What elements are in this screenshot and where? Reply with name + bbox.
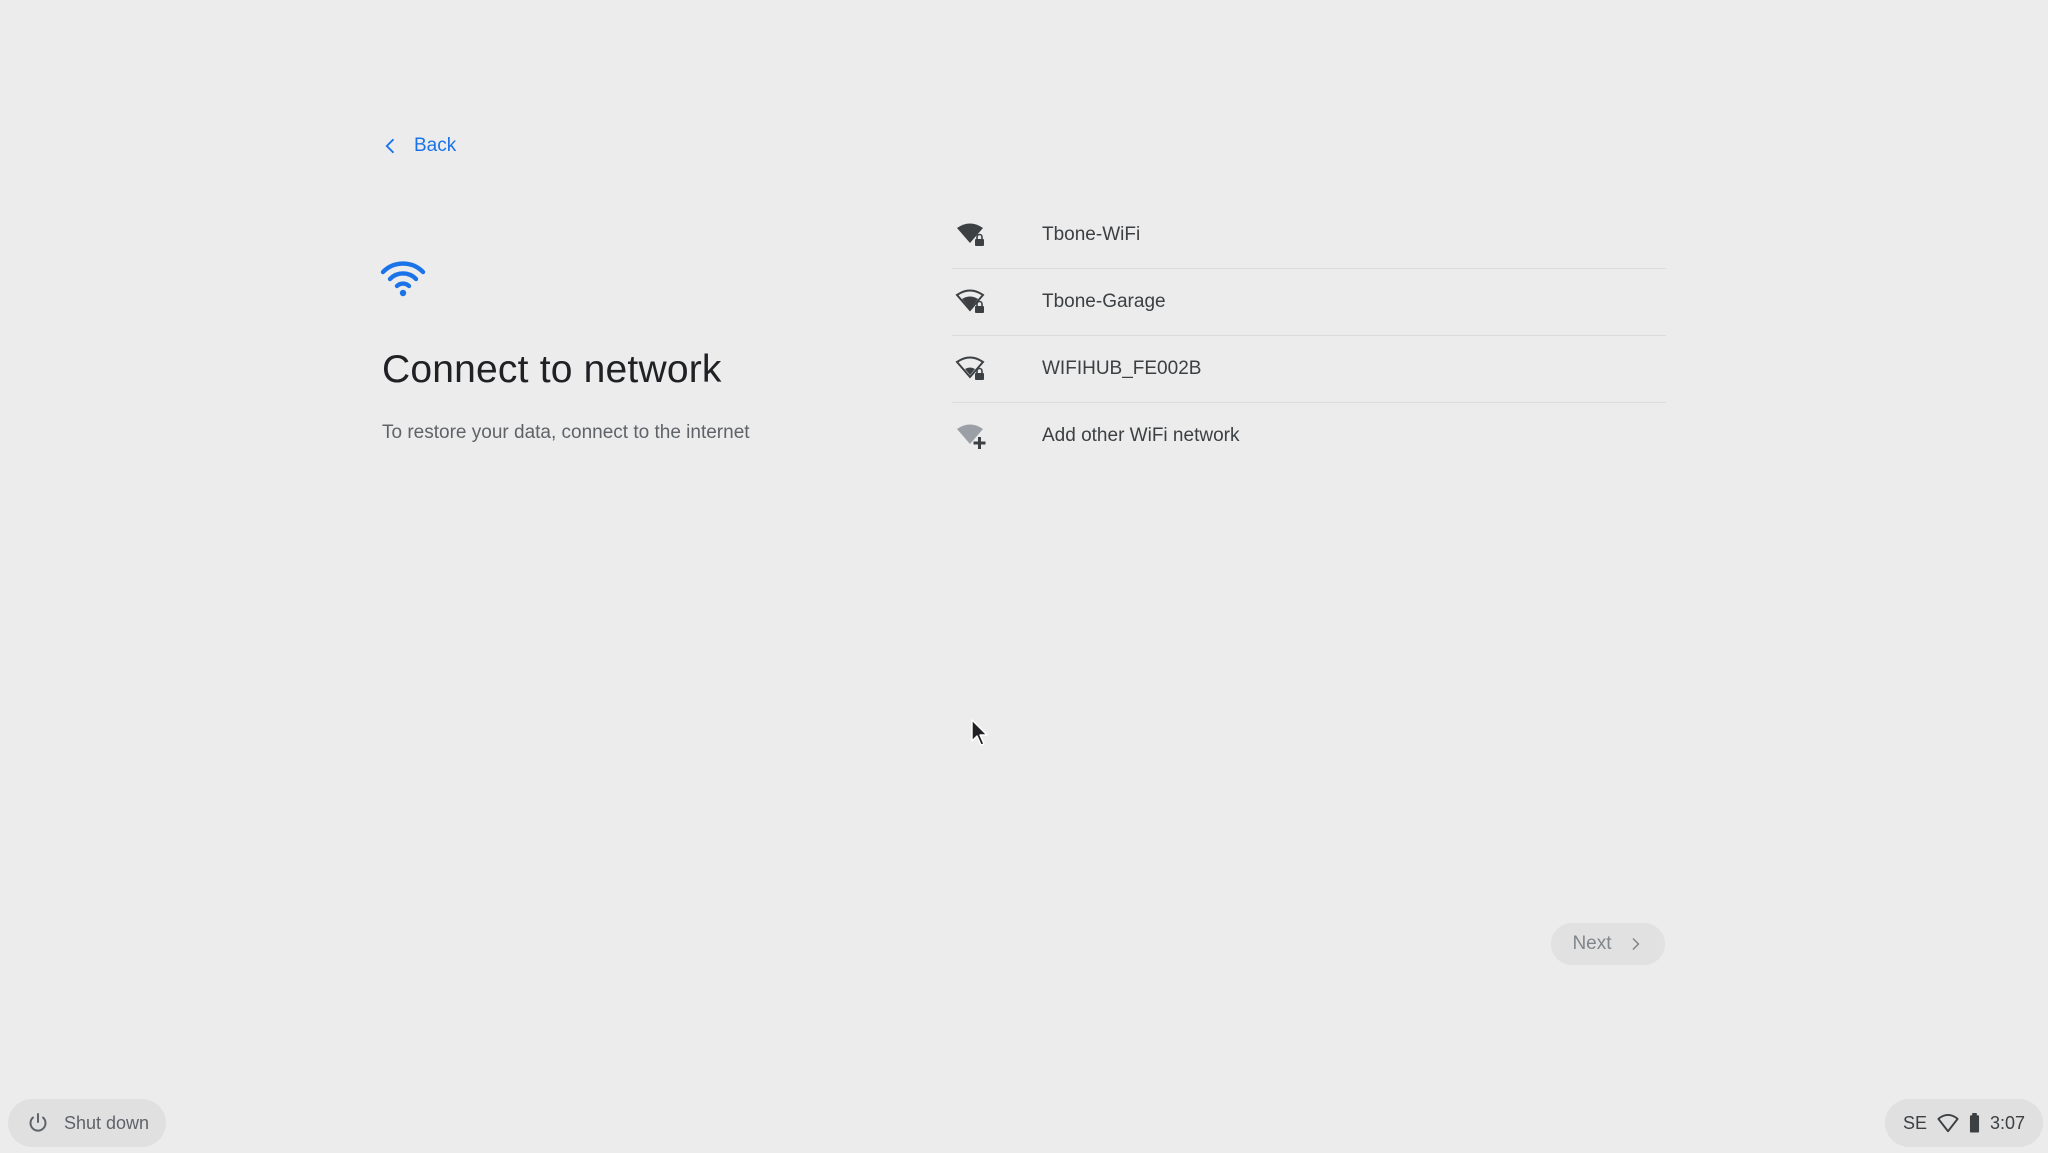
locale-indicator: SE	[1902, 1112, 1927, 1133]
network-name: WIFIHUB_FE002B	[1042, 358, 1202, 379]
mouse-cursor-icon	[971, 719, 991, 747]
wifi-add-icon	[954, 419, 988, 453]
network-item-tbone-wifi[interactable]: Tbone-WiFi	[952, 202, 1666, 269]
shutdown-button[interactable]: Shut down	[8, 1099, 166, 1147]
chevron-left-icon	[380, 135, 402, 157]
back-label: Back	[414, 135, 457, 156]
wifi-status-icon	[1937, 1112, 1959, 1134]
network-name: Tbone-WiFi	[1042, 224, 1141, 245]
chevron-right-icon	[1626, 935, 1644, 953]
network-list: Tbone-WiFi Tbone-Garage WIFIHUB_FE002B A…	[952, 202, 1666, 469]
oobe-screen: Back Connect to network To restore your …	[0, 0, 2048, 1153]
battery-icon	[1969, 1113, 1980, 1133]
wifi-secured-icon	[954, 352, 988, 386]
add-network-item[interactable]: Add other WiFi network	[952, 403, 1666, 469]
status-tray[interactable]: SE 3:07	[1885, 1099, 2043, 1147]
page-subtitle: To restore your data, connect to the int…	[382, 422, 750, 443]
network-name: Tbone-Garage	[1042, 291, 1166, 312]
wifi-secured-icon	[954, 218, 988, 252]
next-label: Next	[1572, 933, 1612, 954]
back-button[interactable]: Back	[380, 128, 456, 164]
network-item-tbone-garage[interactable]: Tbone-Garage	[952, 269, 1666, 336]
clock: 3:07	[1989, 1112, 2026, 1133]
network-name: Add other WiFi network	[1042, 425, 1240, 446]
wifi-secured-icon	[954, 285, 988, 319]
page-title: Connect to network	[382, 348, 722, 391]
shutdown-label: Shut down	[64, 1112, 150, 1133]
power-icon	[26, 1111, 50, 1135]
network-item-wifihub[interactable]: WIFIHUB_FE002B	[952, 336, 1666, 403]
next-button[interactable]: Next	[1551, 923, 1665, 965]
wifi-icon	[380, 258, 426, 298]
